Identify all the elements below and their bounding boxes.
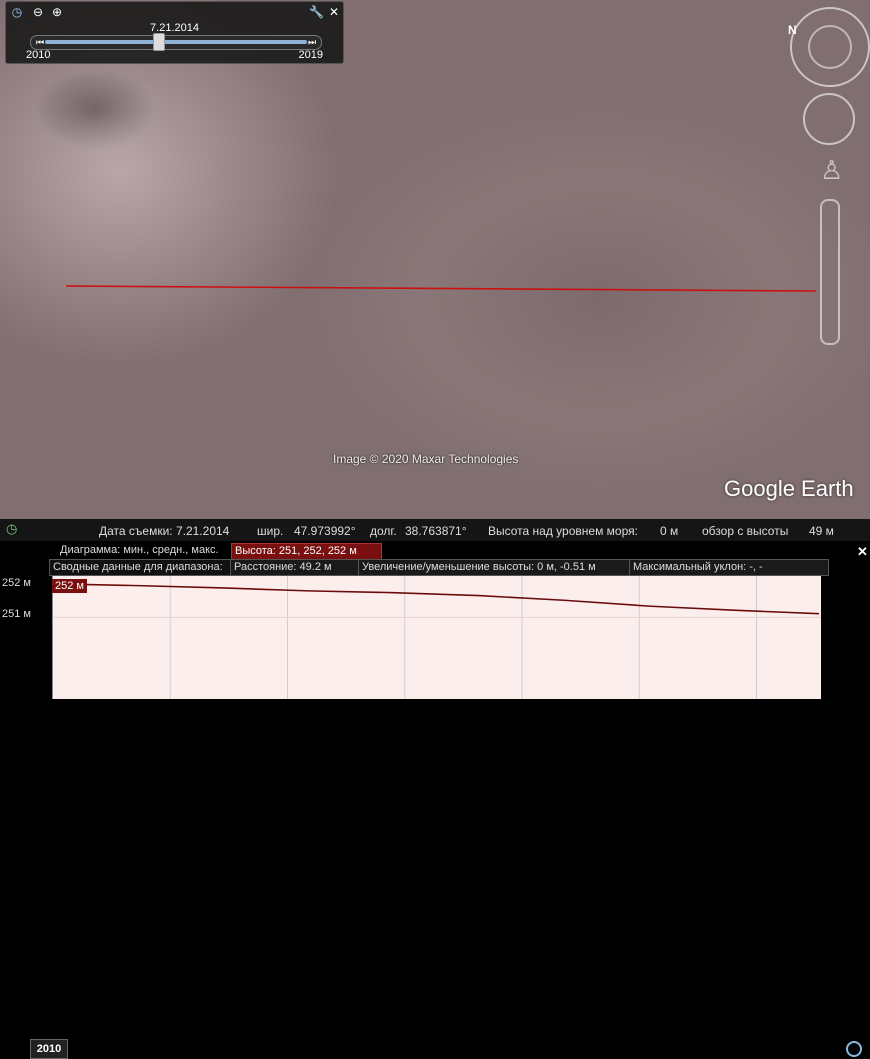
history-clock-icon[interactable]: ◷ xyxy=(6,521,22,537)
hover-elevation-badge: 252 м xyxy=(52,579,87,593)
range-summary-label: Сводные данные для диапазона: xyxy=(49,559,231,576)
distance-box: Расстояние: 49.2 м xyxy=(230,559,359,576)
max-slope-box: Максимальный уклон: -, - xyxy=(629,559,829,576)
latitude-label: шир. xyxy=(257,524,283,538)
diagram-label: Диаграмма: мин., средн., макс. xyxy=(60,544,219,556)
elevation-gain-box: Увеличение/уменьшение высоты: 0 м, -0.51… xyxy=(358,559,630,576)
wrench-icon[interactable]: 🔧 xyxy=(309,5,323,19)
close-profile-icon[interactable]: ✕ xyxy=(857,544,868,560)
move-joystick[interactable] xyxy=(803,93,855,145)
google-earth-logo: Google Earth xyxy=(724,476,854,502)
timeline-track xyxy=(45,40,307,44)
globe-status-icon xyxy=(846,1041,862,1057)
timeline-date: 7.21.2014 xyxy=(6,22,343,34)
map-view[interactable]: ◷ ⊖ ⊕ 🔧 ✕ 7.21.2014 ⏮ ⏭ 2010 2019 N ♙ Im… xyxy=(0,0,870,519)
elevation-value: 0 м xyxy=(660,524,678,538)
navigation-compass[interactable]: N xyxy=(790,7,870,87)
timeline-thumb[interactable] xyxy=(153,33,165,51)
street-view-pegman-icon[interactable]: ♙ xyxy=(820,155,838,189)
latitude-value: 47.973992° xyxy=(294,524,356,538)
elevation-chart-svg xyxy=(53,576,821,699)
north-icon[interactable]: N xyxy=(788,23,797,37)
clock-icon[interactable]: ◷ xyxy=(10,5,24,19)
historical-imagery-timeline: ◷ ⊖ ⊕ 🔧 ✕ 7.21.2014 ⏮ ⏭ 2010 2019 xyxy=(5,1,344,64)
zoom-out-icon[interactable]: ⊖ xyxy=(31,5,45,19)
measure-path-line xyxy=(66,286,816,291)
status-bar: ◷ 2010 Дата съемки: 7.21.2014 шир. 47.97… xyxy=(0,519,870,541)
elevation-chart[interactable] xyxy=(52,576,821,699)
longitude-label: долг. xyxy=(370,524,397,538)
eye-altitude-value: 49 м xyxy=(809,524,834,538)
imagery-year-button[interactable]: 2010 xyxy=(30,1039,68,1059)
imagery-credit: Image © 2020 Maxar Technologies xyxy=(333,452,518,466)
y-tick-252: 252 м xyxy=(2,577,31,589)
elevation-series-line xyxy=(53,584,819,614)
longitude-value: 38.763871° xyxy=(405,524,467,538)
height-summary: Высота: 251, 252, 252 м xyxy=(231,543,382,560)
timeline-start-year: 2010 xyxy=(26,49,50,61)
eye-altitude-label: обзор с высоты xyxy=(702,524,788,538)
elevation-label: Высота над уровнем моря: xyxy=(488,524,638,538)
path-overlay xyxy=(0,0,870,519)
close-icon[interactable]: ✕ xyxy=(327,5,341,19)
timeline-end-year: 2019 xyxy=(299,49,323,61)
skip-forward-icon[interactable]: ⏭ xyxy=(305,35,319,49)
capture-date: Дата съемки: 7.21.2014 xyxy=(99,524,229,538)
zoom-slider[interactable] xyxy=(820,199,840,345)
zoom-in-icon[interactable]: ⊕ xyxy=(50,5,64,19)
look-ring[interactable] xyxy=(808,25,852,69)
y-tick-251: 251 м xyxy=(2,608,31,620)
timeline-slider[interactable]: ⏮ ⏭ xyxy=(30,35,322,50)
